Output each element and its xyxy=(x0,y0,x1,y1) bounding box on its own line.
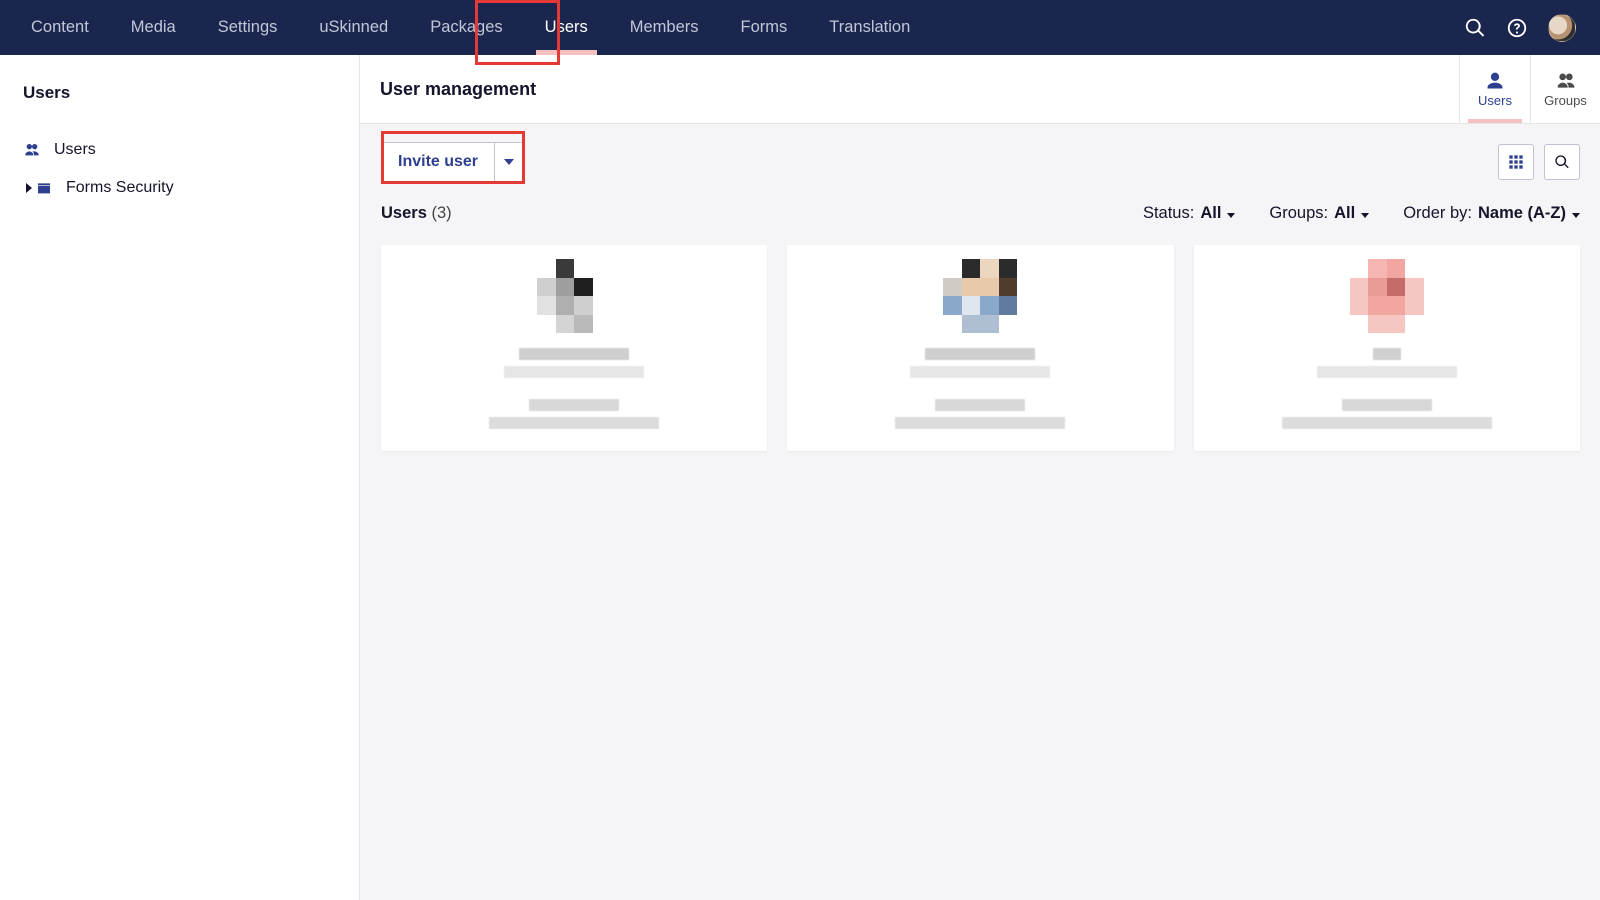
tab-label: Users xyxy=(1478,93,1512,108)
sidebar-tree: Users Forms Security xyxy=(0,131,359,207)
invite-user-button[interactable]: Invite user xyxy=(382,143,495,181)
main-content: Invite user Users (3) Status: All Groups… xyxy=(361,124,1600,900)
top-actions xyxy=(1464,14,1590,42)
filter-orderby[interactable]: Order by: Name (A-Z) xyxy=(1403,204,1580,223)
redacted-text xyxy=(519,348,629,360)
redacted-text xyxy=(1282,417,1492,429)
nav-users[interactable]: Users xyxy=(524,0,609,55)
redacted-text xyxy=(529,399,619,411)
toolbar: Invite user xyxy=(381,142,1580,182)
filter-value: All xyxy=(1200,204,1221,223)
users-icon xyxy=(1554,71,1578,93)
tab-groups[interactable]: Groups xyxy=(1530,55,1600,123)
search-icon[interactable] xyxy=(1464,17,1486,39)
user-avatar-redacted xyxy=(537,259,611,333)
filter-value: All xyxy=(1334,204,1355,223)
chevron-down-icon xyxy=(1227,213,1235,218)
tab-users[interactable]: Users xyxy=(1460,55,1530,123)
chevron-down-icon xyxy=(1361,213,1369,218)
nav-translation[interactable]: Translation xyxy=(808,0,931,55)
invite-user-splitbutton: Invite user xyxy=(381,142,524,182)
user-avatar-redacted xyxy=(943,259,1017,333)
redacted-text xyxy=(895,417,1065,429)
nav-members[interactable]: Members xyxy=(609,0,720,55)
sidebar: Users Users Forms Security xyxy=(0,55,360,900)
nav-uskinned[interactable]: uSkinned xyxy=(298,0,409,55)
redacted-text xyxy=(1317,366,1457,378)
redacted-text xyxy=(489,417,659,429)
user-card[interactable] xyxy=(787,245,1173,451)
nav-media[interactable]: Media xyxy=(110,0,197,55)
grid-icon xyxy=(1508,154,1524,170)
sidebar-item-users[interactable]: Users xyxy=(0,131,359,169)
filters-row: Users (3) Status: All Groups: All Order … xyxy=(381,204,1580,223)
grid-view-button[interactable] xyxy=(1498,144,1534,180)
filter-label: Order by: xyxy=(1403,204,1472,223)
user-avatar[interactable] xyxy=(1548,14,1576,42)
sidebar-item-label: Users xyxy=(54,141,96,159)
filter-status[interactable]: Status: All xyxy=(1143,204,1235,223)
nav-label: Settings xyxy=(218,18,278,37)
search-users-button[interactable] xyxy=(1544,144,1580,180)
sidebar-item-forms-security[interactable]: Forms Security xyxy=(0,169,359,207)
nav-label: Translation xyxy=(829,18,910,37)
redacted-text xyxy=(1373,348,1401,360)
nav-content[interactable]: Content xyxy=(10,0,110,55)
top-nav-list: Content Media Settings uSkinned Packages… xyxy=(10,0,931,55)
users-count-label: Users xyxy=(381,204,427,223)
user-card-grid xyxy=(381,245,1580,451)
user-avatar-redacted xyxy=(1350,259,1424,333)
redacted-text xyxy=(1342,399,1432,411)
chevron-down-icon xyxy=(1572,213,1580,218)
invite-user-dropdown[interactable] xyxy=(495,143,523,181)
nav-label: Members xyxy=(630,18,699,37)
filter-label: Status: xyxy=(1143,204,1194,223)
users-icon xyxy=(22,140,42,160)
sidebar-item-label: Forms Security xyxy=(66,179,174,197)
page-title: User management xyxy=(380,79,536,100)
chevron-down-icon xyxy=(504,159,514,165)
nav-label: Media xyxy=(131,18,176,37)
nav-label: Forms xyxy=(741,18,788,37)
sidebar-heading: Users xyxy=(0,55,359,103)
nav-label: Content xyxy=(31,18,89,37)
nav-settings[interactable]: Settings xyxy=(197,0,299,55)
help-icon[interactable] xyxy=(1506,17,1528,39)
search-icon xyxy=(1554,154,1570,170)
filter-label: Groups: xyxy=(1269,204,1328,223)
nav-packages[interactable]: Packages xyxy=(409,0,523,55)
filter-value: Name (A-Z) xyxy=(1478,204,1566,223)
nav-label: Users xyxy=(545,18,588,37)
user-card[interactable] xyxy=(381,245,767,451)
nav-label: uSkinned xyxy=(319,18,388,37)
filter-groups[interactable]: Groups: All xyxy=(1269,204,1369,223)
folder-icon xyxy=(34,178,54,198)
top-navbar: Content Media Settings uSkinned Packages… xyxy=(0,0,1600,55)
nav-label: Packages xyxy=(430,18,502,37)
user-icon xyxy=(1484,71,1506,93)
expand-caret-icon[interactable] xyxy=(24,183,34,193)
subhead-tabs: Users Groups xyxy=(1459,55,1600,123)
nav-forms[interactable]: Forms xyxy=(720,0,809,55)
user-card[interactable] xyxy=(1194,245,1580,451)
redacted-text xyxy=(925,348,1035,360)
users-count-value: (3) xyxy=(431,204,451,223)
redacted-text xyxy=(910,366,1050,378)
redacted-text xyxy=(935,399,1025,411)
tab-label: Groups xyxy=(1544,93,1587,108)
redacted-text xyxy=(504,366,644,378)
